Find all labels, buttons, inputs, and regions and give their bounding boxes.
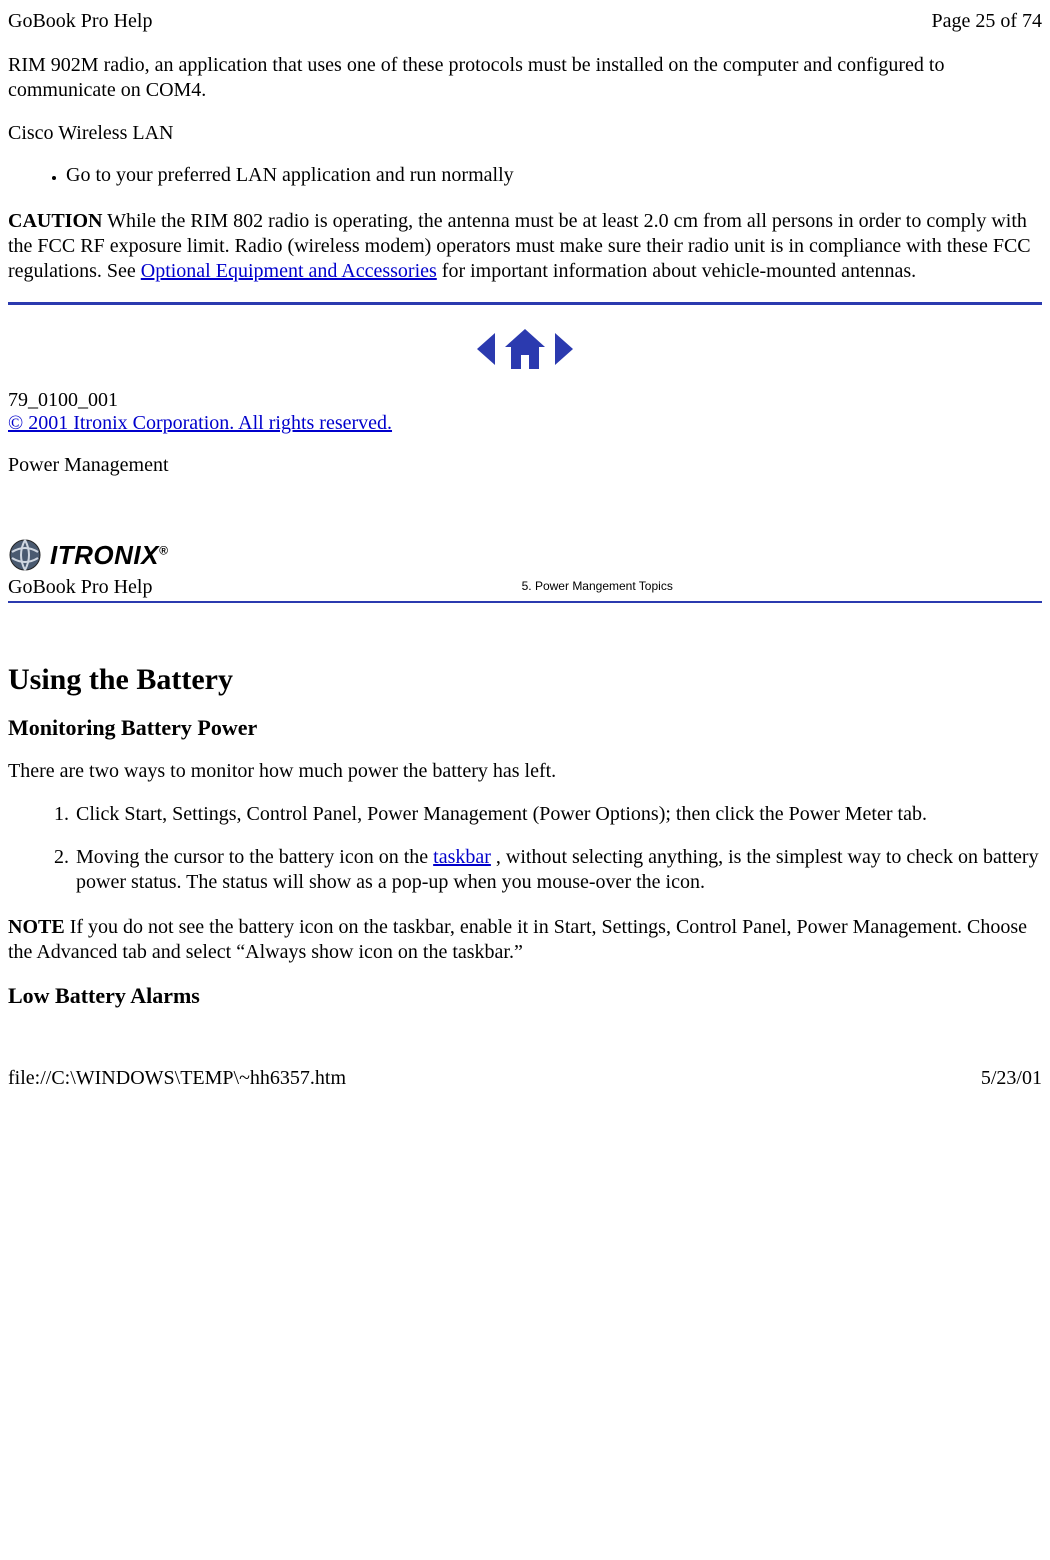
nav-home-icon[interactable] — [505, 329, 545, 369]
nav-prev-icon[interactable] — [477, 333, 495, 365]
note-label: NOTE — [8, 916, 65, 938]
help-box-topic: 5. Power Mangement Topics — [152, 579, 1042, 593]
caution-label: CAUTION — [8, 210, 102, 232]
copyright-link[interactable]: © 2001 Itronix Corporation. All rights r… — [8, 412, 392, 434]
help-box-left: GoBook Pro Help — [8, 576, 152, 599]
subheading-cisco: Cisco Wireless LAN — [8, 121, 1042, 146]
logo-text: ITRONIX® — [50, 540, 168, 571]
monitor-intro: There are two ways to monitor how much p… — [8, 759, 1042, 784]
document-id: 79_0100_001 — [8, 389, 1042, 412]
heading-low-battery: Low Battery Alarms — [8, 983, 1042, 1009]
footer-date: 5/23/01 — [981, 1067, 1042, 1090]
footer-path: file://C:\WINDOWS\TEMP\~hh6357.htm — [8, 1067, 346, 1090]
taskbar-link[interactable]: taskbar — [433, 846, 491, 868]
note-text: If you do not see the battery icon on th… — [8, 916, 1027, 963]
itronix-logo: ITRONIX® — [8, 538, 1042, 572]
intro-paragraph: RIM 902M radio, an application that uses… — [8, 53, 1042, 103]
lan-bullet: Go to your preferred LAN application and… — [66, 164, 1042, 187]
optional-equipment-link[interactable]: Optional Equipment and Accessories — [141, 260, 437, 282]
page-header-pagination: Page 25 of 74 — [931, 10, 1042, 33]
nav-next-icon[interactable] — [555, 333, 573, 365]
page-header-title: GoBook Pro Help — [8, 10, 152, 33]
globe-icon — [8, 538, 42, 572]
section-label: Power Management — [8, 453, 1042, 478]
step-2: Moving the cursor to the battery icon on… — [74, 845, 1042, 895]
divider — [8, 302, 1042, 305]
heading-monitoring: Monitoring Battery Power — [8, 715, 1042, 741]
step-2-before: Moving the cursor to the battery icon on… — [76, 846, 433, 868]
note-paragraph: NOTE If you do not see the battery icon … — [8, 915, 1042, 965]
caution-text-after: for important information about vehicle-… — [437, 260, 916, 282]
heading-using-battery: Using the Battery — [8, 663, 1042, 697]
nav-icons — [8, 325, 1042, 373]
caution-paragraph: CAUTION While the RIM 802 radio is opera… — [8, 209, 1042, 284]
step-1: Click Start, Settings, Control Panel, Po… — [74, 802, 1042, 827]
